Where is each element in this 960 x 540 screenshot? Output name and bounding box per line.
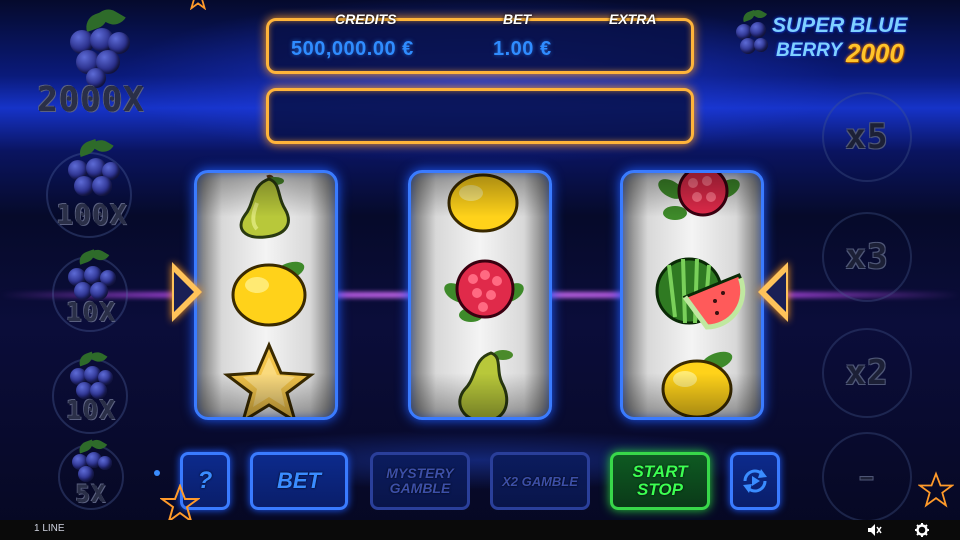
multiplier-none: –: [822, 432, 912, 522]
paytable-item-5x: 5X: [36, 436, 146, 518]
paytable-label: 5X: [75, 480, 107, 508]
payline-left-arrow-inner: [174, 272, 194, 312]
message-panel: [266, 88, 694, 144]
paytable-item-10x-alt: 10X: [36, 348, 146, 438]
paytable-label: 100X: [56, 198, 128, 231]
game-logo: SUPER BLUE BERRY 2000: [732, 7, 932, 68]
bet-button-label: BET: [277, 468, 321, 493]
mystery-gamble-label-2: GAMBLE: [389, 480, 451, 496]
extra-label: EXTRA: [609, 11, 657, 27]
mystery-gamble-label-1: MYSTERY: [386, 465, 454, 481]
paytable-item-100x: 100X: [36, 132, 146, 238]
credits-label: CREDITS: [335, 11, 397, 27]
blueberry-icon: [58, 135, 128, 206]
multiplier-x3: x3: [822, 212, 912, 302]
paytable-label: 10X: [66, 298, 116, 328]
bet-label: BET: [503, 11, 531, 27]
bet-button[interactable]: BET: [250, 452, 348, 510]
indicator-dot: [154, 470, 160, 476]
credits-panel: CREDITS BET EXTRA 500,000.00 € 1.00 €: [266, 11, 694, 74]
refresh-play-icon: [743, 469, 767, 493]
x2-gamble-label: X2 GAMBLE: [502, 473, 578, 489]
x2-gamble-button[interactable]: X2 GAMBLE: [490, 452, 590, 510]
payline-right-arrow-inner: [766, 272, 786, 312]
bet-value: 1.00 €: [493, 38, 552, 60]
blueberry-icon: [54, 4, 134, 88]
paytable-item-10x: 10X: [36, 246, 146, 336]
reel-2: [408, 170, 552, 420]
decorative-star-icon: [160, 484, 200, 524]
paytable-label: 2000X: [37, 80, 145, 120]
stop-label: STOP: [637, 480, 683, 499]
blueberry-logo-icon: [732, 7, 772, 60]
multiplier-x5: x5: [822, 92, 912, 182]
reel-3: [620, 170, 764, 420]
mystery-gamble-button[interactable]: MYSTERY GAMBLE: [370, 452, 470, 510]
logo-line2: BERRY: [776, 40, 843, 61]
decorative-star-icon: [189, 0, 207, 10]
multiplier-x2: x2: [822, 328, 912, 418]
reel-1: [194, 170, 338, 420]
multiplier-label: x2: [845, 353, 889, 393]
credits-value: 500,000.00 €: [291, 38, 414, 60]
logo-number: 2000: [846, 38, 904, 68]
decorative-star-icon: [918, 471, 954, 508]
multiplier-label: x5: [845, 117, 889, 157]
autoplay-button[interactable]: [730, 452, 780, 510]
lines-label: 1 LINE: [34, 523, 65, 534]
gear-icon[interactable]: [914, 522, 930, 538]
multiplier-label: –: [860, 465, 874, 489]
bottom-bar: 1 LINE: [0, 520, 960, 540]
paytable-item-2000x: 2000X: [36, 4, 146, 120]
speaker-muted-icon[interactable]: [866, 522, 882, 538]
multiplier-label: x3: [845, 237, 889, 277]
start-stop-button[interactable]: START STOP: [610, 452, 710, 510]
start-label: START: [632, 462, 688, 481]
paytable-label: 10X: [66, 396, 116, 426]
logo-line1: SUPER BLUE: [772, 14, 908, 37]
